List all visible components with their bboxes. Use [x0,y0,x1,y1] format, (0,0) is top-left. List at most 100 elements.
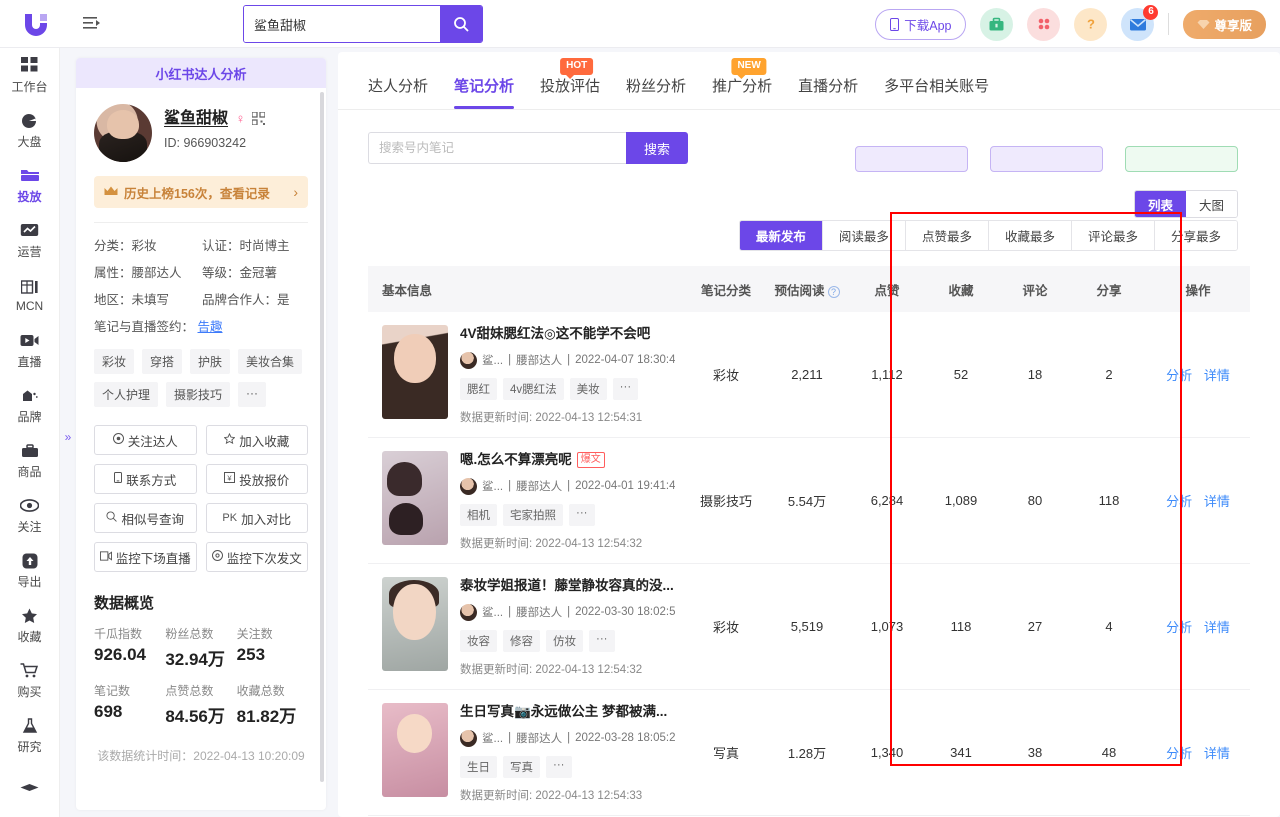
note-tag-more[interactable]: ··· [589,629,615,652]
influencer-name[interactable]: 鲨鱼甜椒 [164,110,228,127]
sidebar-item-purchase[interactable]: 购买 [0,653,59,708]
note-tag[interactable]: 仿妆 [546,629,583,652]
qrcode-icon[interactable] [251,110,266,128]
tab-fans-analysis[interactable]: 粉丝分析 [626,75,686,109]
cutoff-button-1[interactable] [855,146,968,172]
note-search-input[interactable] [368,132,626,164]
tab-multiplatform-accounts[interactable]: 多平台相关账号 [884,75,989,109]
sidebar-item-operations[interactable]: 运营 [0,213,59,268]
sidebar-item-goods[interactable]: 商品 [0,433,59,488]
tab-live-analysis[interactable]: 直播分析 [798,75,858,109]
note-tag[interactable]: 妆容 [460,629,497,652]
note-search-button[interactable]: 搜索 [626,132,688,164]
contact-button[interactable]: 联系方式 [94,464,197,494]
note-tag[interactable]: 4v腮红法 [503,377,564,400]
sidebar-item-export[interactable]: 导出 [0,543,59,598]
add-compare-button[interactable]: PK 加入对比 [205,503,308,533]
help-tooltip-icon[interactable]: ? [827,285,840,298]
tab-influencer-analysis[interactable]: 达人分析 [368,75,428,109]
sidebar-item-following[interactable]: 关注 [0,488,59,543]
analyze-link[interactable]: 分析 [1166,368,1192,383]
note-tag[interactable]: 腮红 [460,377,497,400]
detail-link[interactable]: 详情 [1204,746,1230,761]
cutoff-button-2[interactable] [990,146,1103,172]
detail-link[interactable]: 详情 [1204,494,1230,509]
note-thumbnail[interactable] [382,702,448,797]
sidebar-collapse-toggle[interactable]: » [60,420,76,454]
table-row[interactable]: 嗯.怎么不算漂亮呢 爆文 鲨... | 腰部达人 | 2022-04-01 19… [368,438,1250,564]
analyze-link[interactable]: 分析 [1166,494,1192,509]
tag[interactable]: 穿搭 [142,349,183,374]
sidebar-item-delivery[interactable]: 投放 [0,158,59,213]
follow-influencer-button[interactable]: 关注达人 [94,425,197,455]
rank-history-banner[interactable]: 历史上榜156次，查看记录 › [94,176,308,208]
note-title[interactable]: 生日写真📷永远做公主 梦都被满... [460,703,675,721]
sidebar-item-dashboard[interactable]: 大盘 [0,103,59,158]
top-divider [1168,13,1170,35]
note-tag-more[interactable]: ··· [569,503,595,526]
detail-link[interactable]: 详情 [1204,620,1230,635]
note-tag-more[interactable]: ··· [612,377,639,400]
table-row[interactable]: 泰妆学姐报道！藤堂静妆容真的没... 鲨... | 腰部达人 | 2022-03… [368,564,1250,690]
note-tag[interactable]: 宅家拍照 [503,503,563,526]
tag[interactable]: 个人护理 [94,382,159,407]
add-favorite-button[interactable]: 加入收藏 [205,425,308,455]
note-tag[interactable]: 写真 [503,755,540,778]
tag-more[interactable]: ··· [238,382,267,407]
sidebar-label: 运营 [17,244,42,259]
profile-scrollbar[interactable] [320,92,324,782]
note-title[interactable]: 嗯.怎么不算漂亮呢 爆文 [460,451,675,469]
analyze-link[interactable]: 分析 [1166,620,1192,635]
tag[interactable]: 摄影技巧 [166,382,231,407]
table-row[interactable]: 4V甜妹腮红法◎这不能学不会吧 鲨... | 腰部达人 | 2022-04-07… [368,312,1250,438]
note-title[interactable]: 泰妆学姐报道！藤堂静妆容真的没... [460,577,675,595]
sidebar-item-academy[interactable] [0,763,59,817]
cutoff-button-3[interactable] [1125,146,1238,172]
note-tag[interactable]: 生日 [460,755,497,778]
sidebar-item-brand[interactable]: 品牌 [0,378,59,433]
messages-icon[interactable]: 6 [1121,4,1159,41]
table-row[interactable]: 生日写真📷永远做公主 梦都被满... 鲨... | 腰部达人 | 2022-03… [368,690,1250,816]
search-submit-button[interactable] [440,6,482,42]
col-favorites: 收藏 [948,283,974,298]
note-search[interactable]: 搜索 [368,132,688,164]
search-input[interactable] [244,6,440,42]
sidebar-item-mcn[interactable]: MCN [0,268,59,323]
app-logo[interactable] [0,9,72,39]
note-thumbnail[interactable] [382,450,448,545]
sidebar-label: 大盘 [17,134,42,149]
tab-note-analysis[interactable]: 笔记分析 [454,75,515,109]
note-tag[interactable]: 相机 [460,503,497,526]
monitor-next-post-button[interactable]: 监控下次发文 [205,542,308,572]
note-tag[interactable]: 美妆 [569,377,607,400]
global-search[interactable] [243,5,483,43]
detail-link[interactable]: 详情 [1204,368,1230,383]
meta-item: 认证：时尚博主 [202,239,290,253]
help-question-icon[interactable]: ? [1074,7,1108,41]
tab-delivery-evaluation[interactable]: HOT 投放评估 [540,58,600,109]
sidebar-item-live[interactable]: 直播 [0,323,59,378]
toolbox-icon[interactable] [980,7,1014,41]
tag[interactable]: 美妆合集 [238,349,303,374]
monitor-next-live-button[interactable]: 监控下场直播 [94,542,197,572]
similar-account-search-button[interactable]: 相似号查询 [94,503,197,533]
sidebar-item-favorites[interactable]: 收藏 [0,598,59,653]
note-tag-more[interactable]: ··· [546,755,572,778]
tag[interactable]: 护肤 [190,349,231,374]
sidebar-item-workbench[interactable]: 工作台 [0,48,59,103]
stat-label: 千瓜指数 [94,627,143,641]
note-tag[interactable]: 修容 [503,629,540,652]
sidebar-item-research[interactable]: 研究 [0,708,59,763]
download-app-button[interactable]: 下载App [875,8,967,40]
price-quote-button[interactable]: ¥ 投放报价 [205,464,308,494]
note-thumbnail[interactable] [382,576,448,671]
apps-grid-icon[interactable] [1027,7,1061,41]
note-thumbnail[interactable] [382,324,448,419]
menu-collapse-icon[interactable] [72,16,112,32]
note-title[interactable]: 4V甜妹腮红法◎这不能学不会吧 [460,325,675,343]
tab-promotion-analysis[interactable]: NEW 推广分析 [712,58,772,109]
tag[interactable]: 彩妆 [94,349,135,374]
sign-value-link[interactable]: 告趣 [198,320,223,334]
analyze-link[interactable]: 分析 [1166,746,1192,761]
vip-button[interactable]: 尊享版 [1183,9,1266,39]
